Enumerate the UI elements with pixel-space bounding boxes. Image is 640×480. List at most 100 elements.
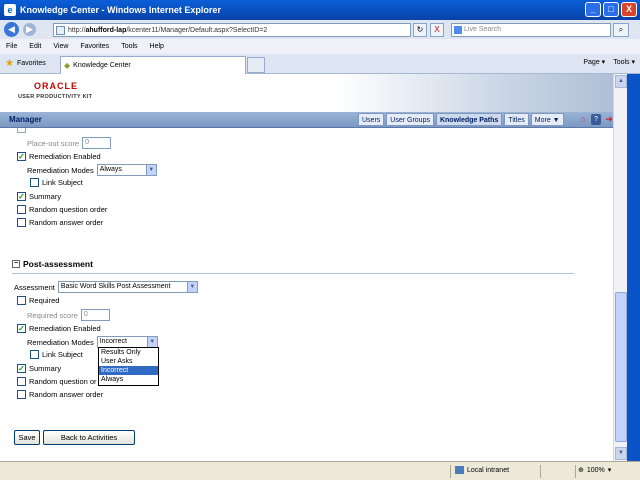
status-bar: Local intranet ⊕ 100% ▾ <box>0 461 640 480</box>
stop-icon[interactable]: X <box>430 23 444 37</box>
status-divider <box>575 465 576 478</box>
tab-knowledge-paths[interactable]: Knowledge Paths <box>435 113 503 126</box>
star-icon: ★ <box>5 58 14 69</box>
search-go-icon[interactable]: ⌕ <box>613 23 629 37</box>
post-random-question-label: Random question or <box>29 377 97 386</box>
window-title: Knowledge Center - Windows Internet Expl… <box>20 5 221 15</box>
address-bar[interactable]: http://ahufford-lap/kcenter11/Manager/De… <box>53 23 411 37</box>
pre-remediation-modes-value: Always <box>99 166 122 173</box>
zoom-control[interactable]: ⊕ 100% ▾ <box>578 466 612 475</box>
refresh-icon[interactable]: ↻ <box>413 23 427 37</box>
pre-remediation-label: Remediation Enabled <box>29 152 101 161</box>
pre-summary-checkbox[interactable]: ✓ <box>17 192 26 201</box>
tab-user-groups[interactable]: User Groups <box>386 113 434 126</box>
assessment-select[interactable]: Basic Word Skills Post Assessment ▼ <box>57 281 198 293</box>
pre-summary-row: ✓ Summary <box>17 192 61 201</box>
menu-edit[interactable]: Edit <box>29 43 41 50</box>
pre-remediation-checkbox[interactable]: ✓ <box>17 152 26 161</box>
post-summary-checkbox[interactable]: ✓ <box>17 364 26 373</box>
post-random-question-checkbox[interactable] <box>17 377 26 386</box>
ie-app-icon: e <box>4 4 16 16</box>
save-button[interactable]: Save <box>14 430 40 445</box>
pre-random-answer-checkbox[interactable] <box>17 218 26 227</box>
manager-title: Manager <box>9 115 42 124</box>
pre-random-question-row: Random question order <box>17 205 107 214</box>
tab-users[interactable]: Users <box>358 113 385 126</box>
scroll-thumb[interactable] <box>615 292 627 442</box>
required-score-label: Required score <box>27 310 78 320</box>
window-frame <box>627 74 640 461</box>
tab-titles[interactable]: Titles <box>504 113 529 126</box>
status-divider <box>450 465 451 478</box>
pre-random-question-checkbox[interactable] <box>17 205 26 214</box>
scroll-up-icon[interactable]: ▲ <box>615 75 627 88</box>
address-prefix: http:// <box>68 26 86 34</box>
post-assessment-header[interactable]: − Post-assessment <box>12 259 93 269</box>
tab-knowledge-center[interactable]: ◆ Knowledge Center <box>60 56 246 74</box>
required-checkbox[interactable] <box>17 296 26 305</box>
pre-link-subject-row: Link Subject <box>30 178 83 187</box>
placeout-score-input[interactable]: 0 <box>82 137 112 149</box>
place-out-checkbox[interactable] <box>17 128 26 133</box>
back-nav-icon[interactable]: ◀ <box>4 22 19 37</box>
site-icon: ◆ <box>64 61 71 70</box>
back-to-activities-button[interactable]: Back to Activities <box>43 430 135 445</box>
close-window-button[interactable]: X <box>621 2 637 17</box>
menu-help[interactable]: Help <box>150 43 164 50</box>
assessment-row: Assessment Basic Word Skills Post Assess… <box>14 281 198 293</box>
pre-link-subject-checkbox[interactable] <box>30 178 39 187</box>
tools-menu-button[interactable]: Tools ▾ <box>613 58 635 66</box>
dropdown-option[interactable]: Always <box>99 375 158 384</box>
post-remediation-row: ✓ Remediation Enabled <box>17 324 101 333</box>
place-out-row-partial <box>17 128 29 133</box>
new-tab-button[interactable] <box>247 57 265 73</box>
scroll-down-icon[interactable]: ▼ <box>615 447 627 460</box>
pre-random-question-label: Random question order <box>29 205 108 214</box>
menu-tools[interactable]: Tools <box>121 43 137 50</box>
menu-favorites[interactable]: Favorites <box>80 43 109 50</box>
address-path: /kcenter11/Manager/Default.aspx?SelectID… <box>126 26 268 34</box>
address-toolbar: ◀ ▶ http://ahufford-lap/kcenter11/Manage… <box>0 20 640 39</box>
forward-nav-icon[interactable]: ▶ <box>23 23 36 36</box>
post-remediation-checkbox[interactable]: ✓ <box>17 324 26 333</box>
assessment-value: Basic Word Skills Post Assessment <box>60 283 171 290</box>
menu-view[interactable]: View <box>53 43 68 50</box>
page-menu-button[interactable]: Page ▾ <box>583 58 605 66</box>
placeout-score-label: Place-out score <box>27 138 80 148</box>
main-content: Place-out score 0 ✓ Remediation Enabled … <box>0 128 613 461</box>
chevron-down-icon: ▼ <box>146 337 157 347</box>
search-placeholder: Live Search <box>464 26 501 33</box>
placeout-score-row: Place-out score 0 <box>27 137 112 149</box>
dropdown-option[interactable]: User Asks <box>99 357 158 366</box>
maximize-button[interactable]: □ <box>603 2 619 17</box>
intranet-icon <box>455 466 464 474</box>
oracle-logo: ORACLE <box>34 81 78 91</box>
dropdown-option[interactable]: Results Only <box>99 348 158 357</box>
dropdown-option-selected[interactable]: Incorrect <box>99 366 158 375</box>
pre-link-subject-label: Link Subject <box>42 178 83 187</box>
post-random-answer-label: Random answer order <box>29 390 104 399</box>
minimize-button[interactable]: _ <box>585 2 601 17</box>
post-remediation-modes-value: Incorrect <box>99 338 127 345</box>
menu-file[interactable]: File <box>6 43 17 50</box>
address-host: ahufford-lap <box>85 26 127 34</box>
favorites-button[interactable]: ★ Favorites <box>5 58 46 69</box>
post-assessment-title: Post-assessment <box>23 259 93 269</box>
search-input[interactable]: Live Search <box>451 23 611 37</box>
post-summary-label: Summary <box>29 364 62 373</box>
post-link-subject-checkbox[interactable] <box>30 350 39 359</box>
required-score-input[interactable]: 0 <box>80 309 110 321</box>
collapse-icon[interactable]: − <box>12 260 20 268</box>
tab-more[interactable]: More ▼ <box>530 113 564 126</box>
pre-remediation-modes-select[interactable]: Always ▼ <box>96 164 157 176</box>
pre-remediation-modes-row: Remediation Modes Always ▼ <box>27 164 157 176</box>
post-random-answer-row: Random answer order <box>17 390 103 399</box>
chevron-down-icon: ▾ <box>607 467 612 474</box>
status-divider <box>540 465 541 478</box>
vertical-scrollbar[interactable]: ▲ ▼ <box>613 74 627 461</box>
post-random-answer-checkbox[interactable] <box>17 390 26 399</box>
home-icon[interactable]: ⌂ <box>578 114 588 125</box>
post-link-subject-label: Link Subject <box>42 350 83 359</box>
help-icon[interactable]: ? <box>591 114 601 125</box>
pre-summary-label: Summary <box>29 192 62 201</box>
